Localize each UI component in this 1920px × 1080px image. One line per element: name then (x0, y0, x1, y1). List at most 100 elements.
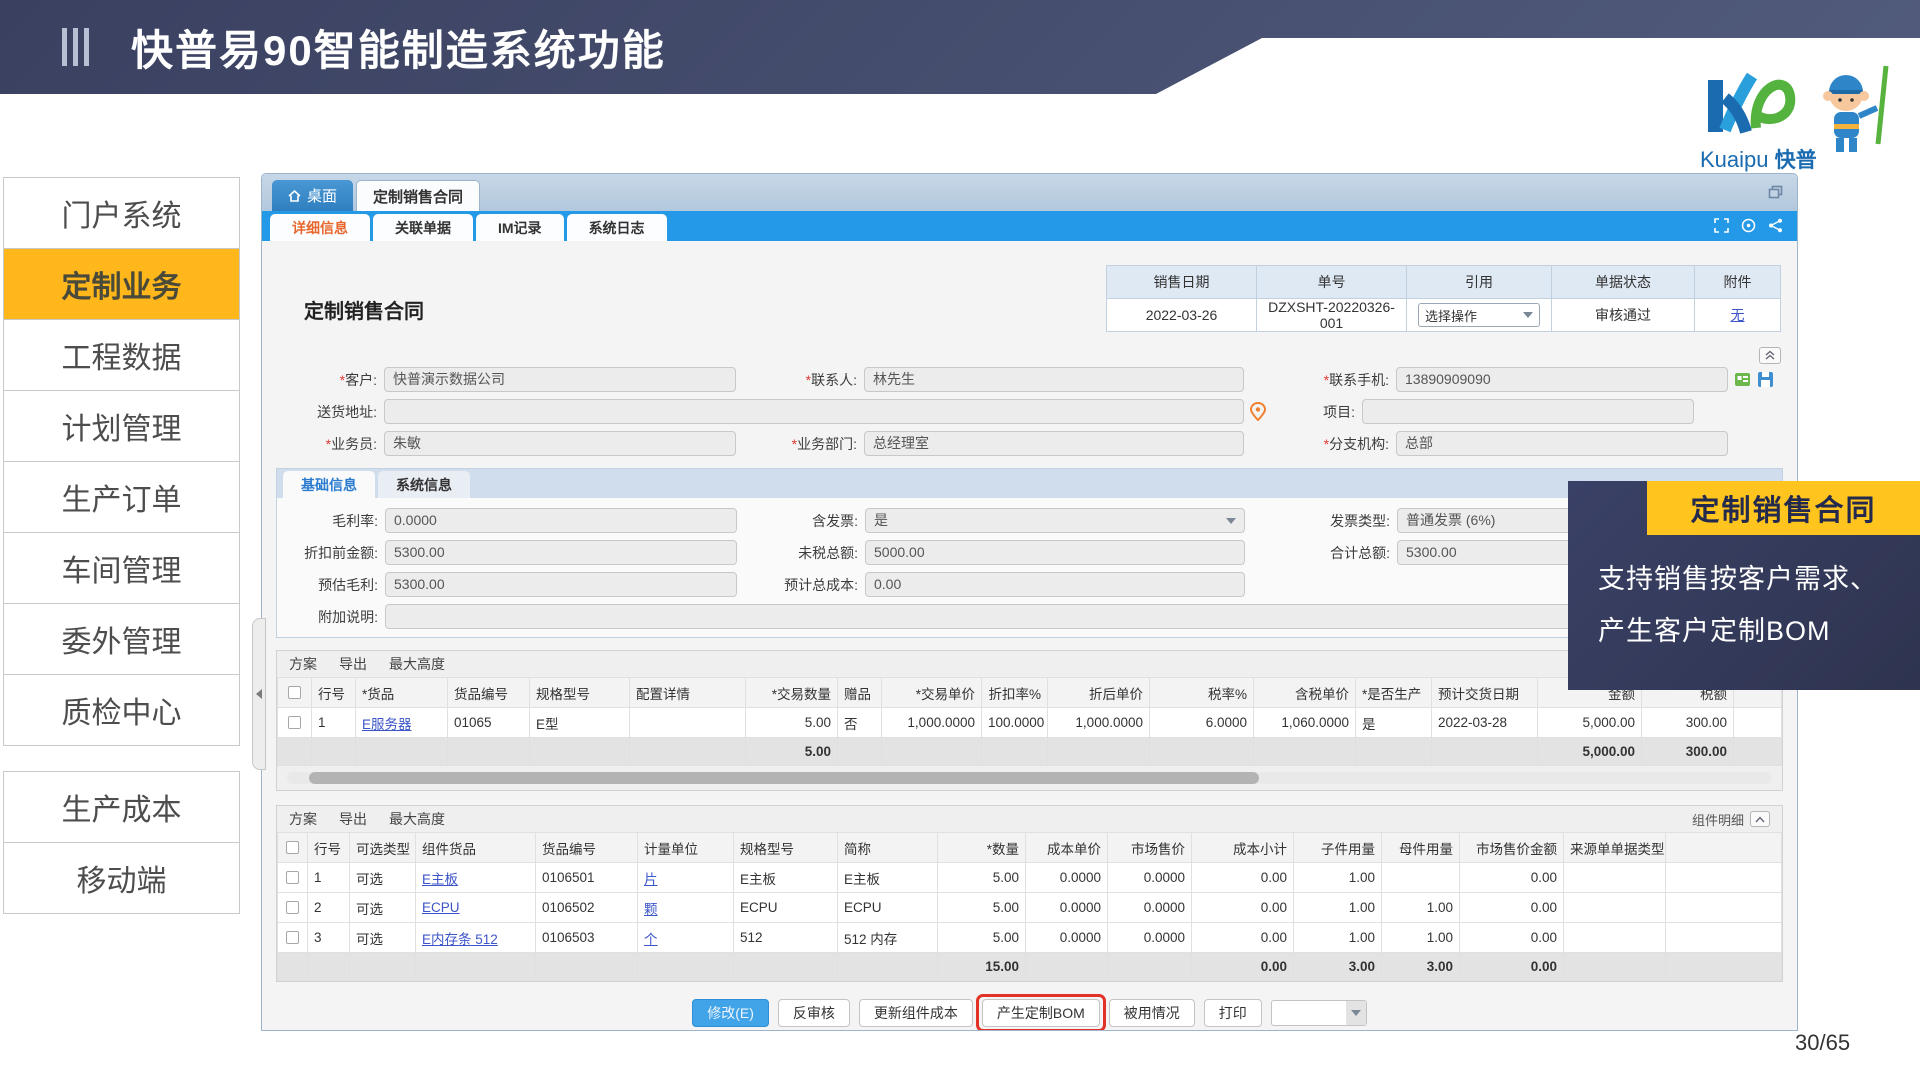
salesman-input[interactable]: 朱敏 (384, 431, 736, 456)
total-market-amount: 0.00 (1460, 953, 1564, 981)
est-cost-input[interactable]: 0.00 (865, 572, 1245, 597)
contact-input[interactable]: 林先生 (864, 367, 1244, 392)
product-link[interactable]: E服务器 (362, 717, 412, 732)
customer-label: *客户: (276, 370, 384, 390)
tab-related-docs[interactable]: 关联单据 (373, 214, 473, 241)
pre-discount-input[interactable]: 5300.00 (385, 540, 737, 565)
logo-text: Kuaipu 快普 (1700, 144, 1817, 174)
restore-window-icon[interactable] (1768, 185, 1783, 199)
unit-link[interactable]: 个 (644, 932, 658, 947)
share-icon[interactable] (1768, 218, 1783, 233)
scrollbar-thumb[interactable] (309, 772, 1259, 784)
select-all-checkbox[interactable] (286, 841, 299, 854)
gross-margin-input[interactable]: 0.0000 (385, 508, 737, 533)
component-link[interactable]: E主板 (422, 872, 458, 887)
grid2-max-height-button[interactable]: 最大高度 (389, 809, 445, 829)
id-card-icon[interactable] (1734, 371, 1751, 388)
grid2-scheme-button[interactable]: 方案 (289, 809, 317, 829)
im-icon[interactable] (1741, 218, 1756, 233)
more-actions-dropdown[interactable] (1271, 1000, 1367, 1026)
fullscreen-icon[interactable] (1714, 218, 1729, 233)
tab-desktop[interactable]: 桌面 (272, 180, 353, 211)
est-profit-input[interactable]: 5300.00 (385, 572, 737, 597)
sidebar-item-portal[interactable]: 门户系统 (3, 177, 240, 249)
grid1-toolbar: 方案 导出 最大高度 (277, 651, 1782, 677)
print-button[interactable]: 打印 (1204, 999, 1262, 1027)
modify-button[interactable]: 修改(E) (692, 999, 769, 1027)
grid2-header: 成本小计 (1192, 833, 1294, 863)
total-qty: 15.00 (938, 953, 1026, 981)
doc-number-value: DZXSHT-20220326-001 (1257, 299, 1407, 332)
branch-input[interactable]: 总部 (1396, 431, 1728, 456)
grid1-header: 折扣率% (982, 678, 1048, 708)
sidebar-item-mobile[interactable]: 移动端 (3, 842, 240, 914)
sidebar-item-plan-management[interactable]: 计划管理 (3, 390, 240, 462)
untaxed-total-input[interactable]: 5000.00 (865, 540, 1245, 565)
collapse-component-button[interactable] (1750, 811, 1770, 827)
grid2-header: 成本单价 (1026, 833, 1108, 863)
tab-system-info[interactable]: 系统信息 (378, 471, 470, 498)
sidebar-item-custom-business[interactable]: 定制业务 (3, 248, 240, 320)
chevron-up-icon (1755, 816, 1765, 823)
tab-system-log[interactable]: 系统日志 (567, 214, 667, 241)
sidebar-item-engineering-data[interactable]: 工程数据 (3, 319, 240, 391)
unit-link[interactable]: 颗 (644, 902, 658, 917)
row-checkbox[interactable] (288, 716, 301, 729)
grid2-row: 1 可选 E主板 0106501 片 E主板 E主板 5.00 0.0000 0… (278, 863, 1782, 893)
tab-im-record[interactable]: IM记录 (476, 214, 564, 241)
project-input[interactable] (1362, 399, 1694, 424)
grid2-header: 货品编号 (536, 833, 638, 863)
customer-input[interactable]: 快普演示数据公司 (384, 367, 736, 392)
sidebar-item-production-order[interactable]: 生产订单 (3, 461, 240, 533)
grid1-scheme-button[interactable]: 方案 (289, 654, 317, 674)
phone-input[interactable]: 13890909090 (1396, 367, 1728, 392)
tab-custom-sales-contract[interactable]: 定制销售合同 (356, 180, 480, 211)
tab-detail-info[interactable]: 详细信息 (270, 214, 370, 241)
collapse-header-button[interactable] (1759, 347, 1781, 364)
total-amount: 5,000.00 (1538, 738, 1642, 766)
tab-basic-info[interactable]: 基础信息 (283, 471, 375, 498)
chevron-down-icon (1523, 312, 1533, 318)
grid1-header: 赠品 (838, 678, 882, 708)
unapprove-button[interactable]: 反审核 (778, 999, 850, 1027)
attachment-link[interactable]: 无 (1731, 307, 1745, 323)
grid1-export-button[interactable]: 导出 (339, 654, 367, 674)
est-cost-label: 预计总成本: (737, 575, 865, 595)
sidebar-item-workshop[interactable]: 车间管理 (3, 532, 240, 604)
address-input[interactable] (384, 399, 1244, 424)
total-cost-subtotal: 0.00 (1192, 953, 1294, 981)
select-all-checkbox[interactable] (288, 686, 301, 699)
sidebar-item-production-cost[interactable]: 生产成本 (3, 771, 240, 843)
panel-collapse-handle[interactable] (252, 618, 266, 770)
generate-custom-bom-button[interactable]: 产生定制BOM (982, 999, 1100, 1027)
dept-input[interactable]: 总经理室 (864, 431, 1244, 456)
note-input[interactable] (385, 604, 1729, 629)
row-checkbox[interactable] (286, 871, 299, 884)
reference-select[interactable]: 选择操作 (1418, 303, 1540, 327)
grid2-header: *数量 (938, 833, 1026, 863)
row-checkbox[interactable] (286, 901, 299, 914)
sidebar-item-quality-center[interactable]: 质检中心 (3, 674, 240, 746)
usage-status-button[interactable]: 被用情况 (1109, 999, 1195, 1027)
has-invoice-select[interactable]: 是 (865, 508, 1245, 533)
component-link[interactable]: E内存条 512 (422, 932, 498, 947)
grid1-max-height-button[interactable]: 最大高度 (389, 654, 445, 674)
grid2-export-button[interactable]: 导出 (339, 809, 367, 829)
component-link[interactable]: ECPU (422, 900, 460, 915)
total-parent-usage: 3.00 (1382, 953, 1460, 981)
info-tab-strip: 基础信息 系统信息 (276, 468, 1783, 498)
title-bars-icon (62, 28, 89, 66)
grid2-header: 规格型号 (734, 833, 838, 863)
grid1-header: 货品编号 (448, 678, 530, 708)
update-component-cost-button[interactable]: 更新组件成本 (859, 999, 973, 1027)
sales-date-value: 2022-03-26 (1107, 299, 1257, 332)
sidebar-item-outsourcing[interactable]: 委外管理 (3, 603, 240, 675)
unit-link[interactable]: 片 (644, 872, 658, 887)
has-invoice-label: 含发票: (737, 511, 865, 531)
location-pin-icon[interactable] (1250, 402, 1266, 421)
grid2-row: 2 可选 ECPU 0106502 颗 ECPU ECPU 5.00 0.000… (278, 893, 1782, 923)
row-checkbox[interactable] (286, 931, 299, 944)
grid1-table: 行号 *货品 货品编号 规格型号 配置详情 *交易数量 赠品 *交易单价 折扣率… (277, 677, 1782, 766)
save-icon[interactable] (1757, 371, 1774, 388)
document-header: 定制销售合同 销售日期 单号 引用 单据状态 附件 2022-03-26 DZX… (276, 249, 1783, 367)
